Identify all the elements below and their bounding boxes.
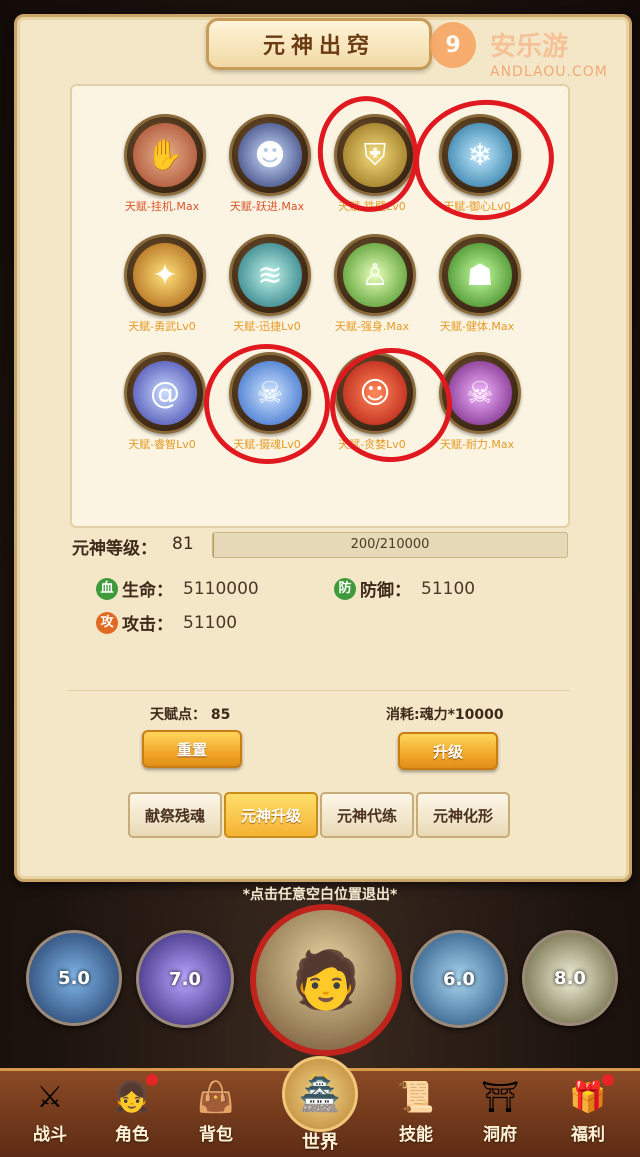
nav-cave-label: 洞府	[464, 1120, 536, 1145]
talent-item[interactable]: ✦ 天赋-勇武Lv0	[112, 234, 212, 364]
stat-hp: 血生命： 5110000	[96, 576, 259, 602]
watermark-text: 安乐游	[490, 26, 568, 63]
skill-cooldown: 8.0	[554, 968, 586, 989]
nav-skill-label: 技能	[380, 1120, 452, 1145]
talent-label: 天赋-健体.Max	[417, 318, 537, 334]
soul-level-value: 81	[172, 534, 194, 554]
talent-item[interactable]: ✋ 天赋-挂机.Max	[112, 114, 212, 244]
nav-welfare-label: 福利	[552, 1120, 624, 1145]
skill-slot[interactable]: 5.0	[26, 930, 122, 1026]
panel-title-banner: 元神出窍	[206, 18, 432, 70]
nav-world[interactable]: 🏯 世界	[280, 1056, 360, 1152]
house-icon: ⛩	[476, 1076, 524, 1120]
upgrade-button[interactable]: 升级	[398, 732, 498, 770]
bag-icon: 👜	[192, 1076, 240, 1120]
hp-value: 5110000	[183, 579, 259, 599]
skill-slot[interactable]: 8.0	[522, 930, 618, 1026]
tab-bar: 献祭残魂 元神升级 元神代练 元神化形	[128, 792, 512, 836]
hero-portrait-icon[interactable]: 🧑	[250, 904, 402, 1056]
soul-level-progress-bar: 200/210000	[212, 532, 568, 558]
swords-icon: ⚔	[26, 1076, 74, 1120]
tab-sacrifice[interactable]: 献祭残魂	[128, 792, 222, 838]
skill-slot[interactable]: 7.0	[136, 930, 234, 1028]
reset-button[interactable]: 重置	[142, 730, 242, 768]
nav-bag[interactable]: 👜 背包	[180, 1072, 252, 1152]
skill-cooldown: 7.0	[169, 969, 201, 990]
nav-role-label: 角色	[96, 1120, 168, 1145]
watermark-url: ANDLAOU.COM	[490, 64, 608, 80]
notification-dot	[146, 1074, 158, 1086]
upgrade-cost-label: 消耗:魂力*10000	[386, 704, 504, 724]
tab-upgrade[interactable]: 元神升级	[224, 792, 318, 838]
def-name: 防御：	[360, 581, 411, 601]
skill-cooldown: 5.0	[58, 968, 90, 989]
nav-world-label: 世界	[280, 1128, 360, 1154]
talent-label: 天赋-睿智Lv0	[102, 436, 222, 452]
hand-icon: ✋	[133, 123, 197, 187]
talent-item[interactable]: ♙ 天赋-强身.Max	[322, 234, 422, 364]
shadow-icon: ☻	[238, 123, 302, 187]
skill-slot[interactable]: 6.0	[410, 930, 508, 1028]
muscle-icon: ☗	[448, 243, 512, 307]
talent-label: 天赋-挂机.Max	[102, 198, 222, 214]
talent-label: 天赋-勇武Lv0	[102, 318, 222, 334]
notification-dot	[602, 1074, 614, 1086]
def-value: 51100	[421, 579, 475, 599]
soul-level-progress-text: 200/210000	[213, 537, 567, 552]
exit-hint: *点击任意空白位置退出*	[0, 884, 640, 904]
nav-welfare[interactable]: 🎁 福利	[552, 1072, 624, 1152]
watermark: 9 安乐游 ANDLAOU.COM	[430, 18, 620, 88]
nav-bag-label: 背包	[180, 1120, 252, 1145]
nav-cave[interactable]: ⛩ 洞府	[464, 1072, 536, 1152]
wind-icon: ≋	[238, 243, 302, 307]
watermark-logo: 9	[430, 22, 476, 68]
vortex-icon: @	[133, 361, 197, 425]
hp-name: 生命：	[122, 581, 173, 601]
nav-battle[interactable]: ⚔ 战斗	[14, 1072, 86, 1152]
skill-cooldown: 6.0	[443, 969, 475, 990]
talent-item[interactable]: @ 天赋-睿智Lv0	[112, 352, 212, 482]
atk-value: 51100	[183, 613, 237, 633]
soul-level-label: 元神等级：	[72, 534, 157, 559]
def-badge: 防	[334, 578, 356, 600]
talent-points-label: 天赋点： 85	[150, 704, 230, 724]
soul-level-row: 元神等级： 81 200/210000	[68, 532, 570, 558]
tab-transform[interactable]: 元神化形	[416, 792, 510, 838]
talent-item[interactable]: ☗ 天赋-健体.Max	[427, 234, 527, 364]
flame-icon: ✦	[133, 243, 197, 307]
demon-icon: ☠	[448, 361, 512, 425]
scroll-icon: 📜	[392, 1076, 440, 1120]
world-icon: 🏯	[282, 1056, 358, 1132]
atk-badge: 攻	[96, 612, 118, 634]
hp-badge: 血	[96, 578, 118, 600]
nav-role[interactable]: 👧 角色	[96, 1072, 168, 1152]
nav-battle-label: 战斗	[14, 1120, 86, 1145]
panel-title: 元神出窍	[263, 28, 375, 60]
stat-atk: 攻攻击： 51100	[96, 610, 237, 636]
talent-item[interactable]: ☻ 天赋-跃进.Max	[217, 114, 317, 244]
atk-name: 攻击：	[122, 615, 173, 635]
talent-label: 天赋-跃进.Max	[207, 198, 327, 214]
figures-icon: ♙	[343, 243, 407, 307]
talent-label: 天赋-迅捷Lv0	[207, 318, 327, 334]
nav-skill[interactable]: 📜 技能	[380, 1072, 452, 1152]
talent-label: 天赋-强身.Max	[312, 318, 432, 334]
stat-def: 防防御： 51100	[334, 576, 475, 602]
divider	[68, 690, 570, 691]
tab-training[interactable]: 元神代练	[320, 792, 414, 838]
